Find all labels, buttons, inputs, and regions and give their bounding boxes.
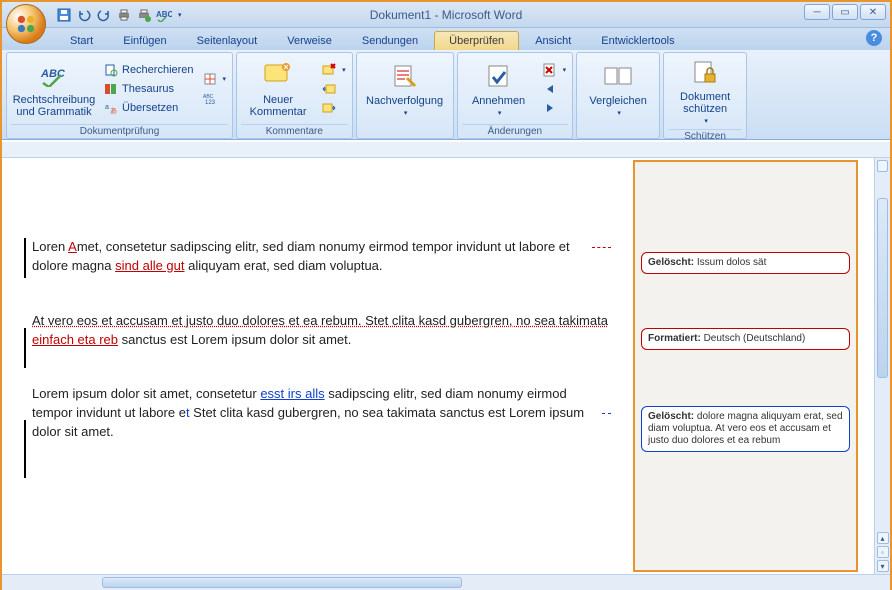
undo-icon[interactable] — [76, 7, 92, 23]
spelling-icon[interactable]: ABC — [156, 7, 172, 23]
insertion-blue: esst irs alls — [260, 386, 324, 401]
accept-button[interactable]: Annehmen▾ — [462, 55, 536, 122]
next-comment-button[interactable] — [319, 99, 348, 117]
tab-ueberpruefen[interactable]: Überprüfen — [434, 31, 519, 50]
prev-change-button[interactable] — [540, 80, 569, 98]
change-bar — [24, 238, 26, 278]
tab-start[interactable]: Start — [56, 32, 107, 50]
help-icon[interactable]: ? — [866, 30, 882, 46]
workspace: Loren Amet, consetetur sadipscing elitr,… — [2, 158, 890, 574]
track-changes-button[interactable]: Nachverfolgung▾ — [361, 55, 449, 122]
markup-balloons-pane: Gelöscht: Issum dolos sät Formatiert: De… — [633, 160, 858, 572]
group-tracking: Nachverfolgung▾ x — [356, 52, 454, 139]
browse-object-button[interactable]: ◦ — [877, 546, 889, 558]
balloon-deleted[interactable]: Gelöscht: Issum dolos sät — [641, 252, 850, 274]
connector-line — [592, 247, 611, 248]
protect-button[interactable]: Dokument schützen▾ — [668, 55, 742, 127]
minimize-button[interactable]: ─ — [804, 4, 830, 20]
office-button[interactable] — [6, 4, 46, 44]
svg-text:ABC: ABC — [40, 68, 66, 80]
connector-line — [602, 413, 611, 414]
quick-access-toolbar: ABC ▾ — [56, 7, 182, 23]
prev-comment-button[interactable] — [319, 80, 348, 98]
insertion-red: A — [68, 239, 77, 254]
tab-sendungen[interactable]: Sendungen — [348, 32, 432, 50]
ribbon-tabs: Start Einfügen Seitenlayout Verweise Sen… — [2, 28, 890, 50]
tab-ansicht[interactable]: Ansicht — [521, 32, 585, 50]
vertical-scrollbar[interactable]: ▴ ◦ ▾ — [874, 158, 890, 574]
group-protect-label: Schützen — [668, 129, 742, 143]
ruler-toggle-button[interactable] — [877, 160, 888, 172]
window-controls: ─ ▭ ✕ — [804, 4, 886, 20]
spelling-grammar-label: Rechtschreibung und Grammatik — [13, 94, 96, 118]
qat-customize-icon[interactable]: ▾ — [178, 11, 182, 19]
compare-label: Vergleichen — [589, 95, 647, 107]
set-language-button[interactable]: ▾ — [200, 70, 229, 88]
compare-button[interactable]: Vergleichen▾ — [581, 55, 655, 122]
translate-button[interactable]: aあÜbersetzen — [101, 99, 196, 117]
protect-label: Dokument schützen — [670, 91, 740, 115]
svg-text:ABC: ABC — [156, 10, 172, 19]
track-changes-label: Nachverfolgung — [366, 95, 443, 107]
tab-seitenlayout[interactable]: Seitenlayout — [183, 32, 272, 50]
scrollbar-thumb[interactable] — [102, 577, 462, 588]
delete-comment-button[interactable]: ▾ — [319, 61, 348, 79]
change-bar — [24, 420, 26, 478]
paragraph-2: At vero eos et accusam et justo duo dolo… — [32, 312, 609, 350]
redo-icon[interactable] — [96, 7, 112, 23]
new-comment-label: Neuer Kommentar — [243, 94, 313, 118]
group-proofing: ABC Rechtschreibung und Grammatik Recher… — [6, 52, 233, 139]
tab-entwicklertools[interactable]: Entwicklertools — [587, 32, 688, 50]
scrollbar-thumb[interactable] — [877, 198, 888, 378]
change-bar — [24, 328, 26, 368]
tab-verweise[interactable]: Verweise — [273, 32, 346, 50]
paragraph-3: Lorem ipsum dolor sit amet, consetetur e… — [32, 385, 609, 442]
word-count-button[interactable]: ABC123 — [200, 89, 229, 107]
prev-page-button[interactable]: ▴ — [877, 532, 889, 544]
insertion-red: sind alle gut — [115, 258, 184, 273]
next-page-button[interactable]: ▾ — [877, 560, 889, 572]
thesaurus-button[interactable]: Thesaurus — [101, 80, 196, 98]
svg-text:a: a — [105, 104, 109, 111]
group-comments-label: Kommentare — [241, 124, 348, 138]
document-page[interactable]: Loren Amet, consetetur sadipscing elitr,… — [2, 158, 633, 574]
horizontal-scrollbar[interactable] — [2, 574, 890, 590]
balloon-deleted[interactable]: Gelöscht: dolore magna aliquyam erat, se… — [641, 406, 850, 452]
group-changes: Annehmen▾ ▾ Änderungen — [457, 52, 574, 139]
save-icon[interactable] — [56, 7, 72, 23]
new-comment-button[interactable]: Neuer Kommentar — [241, 55, 315, 122]
next-change-button[interactable] — [540, 99, 569, 117]
horizontal-ruler[interactable] — [2, 142, 890, 158]
ribbon: ABC Rechtschreibung und Grammatik Recher… — [2, 50, 890, 140]
reject-button[interactable]: ▾ — [540, 61, 569, 79]
close-button[interactable]: ✕ — [860, 4, 886, 20]
title-bar: ABC ▾ Dokument1 - Microsoft Word ─ ▭ ✕ — [2, 2, 890, 28]
formatted-text: At vero eos et accusam et justo duo dolo… — [32, 313, 608, 328]
quick-print-icon[interactable] — [136, 7, 152, 23]
spelling-grammar-button[interactable]: ABC Rechtschreibung und Grammatik — [11, 55, 97, 122]
maximize-button[interactable]: ▭ — [832, 4, 858, 20]
print-icon[interactable] — [116, 7, 132, 23]
group-compare: Vergleichen▾ x — [576, 52, 660, 139]
group-comments: Neuer Kommentar ▾ Kommentare — [236, 52, 353, 139]
group-changes-label: Änderungen — [462, 124, 569, 138]
accept-label: Annehmen — [472, 95, 525, 107]
group-protect: Dokument schützen▾ Schützen — [663, 52, 747, 139]
svg-text:あ: あ — [110, 107, 117, 115]
balloon-formatted[interactable]: Formatiert: Deutsch (Deutschland) — [641, 328, 850, 350]
tab-einfuegen[interactable]: Einfügen — [109, 32, 180, 50]
research-button[interactable]: Recherchieren — [101, 61, 196, 79]
group-proofing-label: Dokumentprüfung — [11, 124, 228, 138]
paragraph-1: Loren Amet, consetetur sadipscing elitr,… — [32, 238, 609, 276]
insertion-red: einfach eta reb — [32, 332, 118, 347]
svg-text:123: 123 — [205, 100, 216, 105]
